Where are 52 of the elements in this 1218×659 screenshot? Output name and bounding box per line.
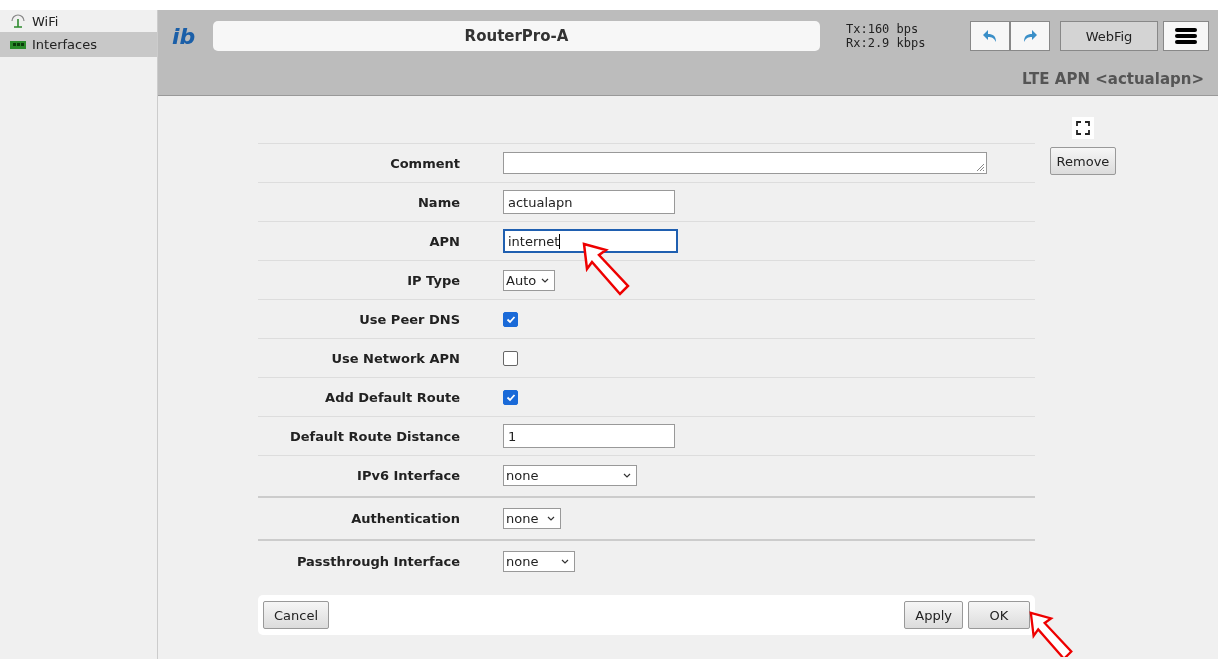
redo-button[interactable]	[1010, 21, 1050, 51]
sidebar-item[interactable]: Interfaces	[0, 32, 157, 57]
antenna-icon	[10, 13, 26, 29]
device-name-field: RouterPro-A	[213, 21, 820, 51]
field-label: Use Network APN	[330, 350, 460, 366]
field-label: Comment	[389, 155, 460, 171]
sidebar-label: WiFi	[32, 13, 59, 29]
dropdown[interactable]: none	[503, 507, 561, 529]
redo-icon	[1023, 29, 1037, 43]
network-card-icon	[10, 39, 26, 50]
mode-button[interactable]: WebFig	[1060, 21, 1158, 51]
chevron-down-icon	[623, 472, 631, 478]
logo: ib	[172, 23, 197, 49]
sidebar-label: Interfaces	[32, 37, 97, 52]
text-field[interactable]: actualapn	[503, 190, 675, 214]
remove-button[interactable]: Remove	[1050, 147, 1116, 175]
field-label: Default Route Distance	[289, 428, 460, 444]
checkbox[interactable]	[503, 350, 518, 366]
fullscreen-button[interactable]	[1072, 117, 1094, 139]
chevron-down-icon	[547, 515, 555, 521]
page-title: LTE APN <actualapn>	[1021, 70, 1205, 88]
text-field[interactable]: internet	[503, 229, 678, 253]
field-label: Authentication	[350, 510, 460, 526]
comment-field[interactable]	[503, 152, 987, 174]
traffic-rate: Tx:160 bps	[846, 22, 920, 36]
field-label: APN	[428, 233, 460, 249]
undo-button[interactable]	[970, 21, 1010, 51]
chevron-down-icon	[561, 558, 569, 564]
undo-icon	[983, 29, 997, 43]
chevron-down-icon	[541, 277, 549, 283]
field-label: IPv6 Interface	[356, 467, 460, 483]
apply-button[interactable]: Apply	[904, 601, 963, 629]
text-field[interactable]: 1	[503, 424, 675, 448]
checkbox[interactable]	[503, 389, 518, 405]
sidebar-item[interactable]: WiFi	[0, 10, 157, 32]
dropdown[interactable]: none	[503, 550, 575, 572]
dropdown[interactable]: Auto	[503, 269, 555, 291]
checkbox[interactable]	[503, 311, 518, 327]
traffic-rate: Rx:2.9 kbps	[846, 36, 927, 50]
ok-button[interactable]: OK	[968, 601, 1030, 629]
dropdown[interactable]: none	[503, 464, 637, 486]
field-label: Use Peer DNS	[358, 311, 460, 327]
cancel-button[interactable]: Cancel	[263, 601, 330, 629]
field-label: IP Type	[406, 272, 460, 288]
menu-icon	[1175, 27, 1197, 45]
fullscreen-icon	[1076, 121, 1090, 135]
annotation-arrow-icon	[582, 242, 632, 296]
field-label: Passthrough Interface	[295, 553, 460, 569]
menu-button[interactable]	[1163, 21, 1209, 51]
field-label: Add Default Route	[324, 389, 460, 405]
resize-grip-icon	[975, 162, 985, 172]
field-label: Name	[417, 194, 460, 210]
